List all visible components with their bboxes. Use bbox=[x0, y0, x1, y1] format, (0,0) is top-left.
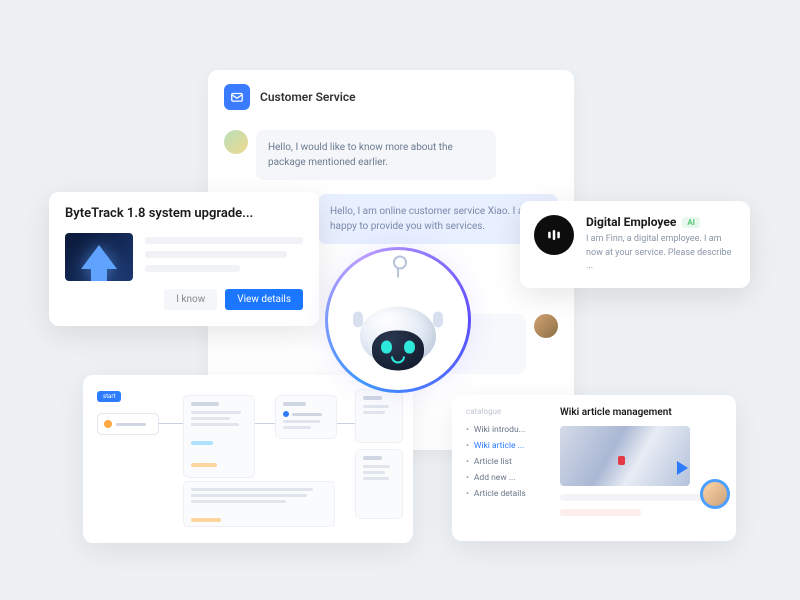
wiki-thumbnail bbox=[560, 426, 690, 486]
wiki-nav-item[interactable]: Wiki introdu... bbox=[466, 422, 542, 438]
flowchart-card: start bbox=[83, 375, 413, 543]
system-upgrade-card: ByteTrack 1.8 system upgrade... I know V… bbox=[49, 192, 319, 326]
mail-icon bbox=[224, 84, 250, 110]
digital-employee-description: I am Finn, a digital employee. I am now … bbox=[586, 233, 736, 274]
wiki-management-card: catalogue Wiki introdu... Wiki article .… bbox=[452, 395, 736, 541]
author-avatar[interactable] bbox=[700, 479, 730, 509]
message-bubble: Hello, I would like to know more about t… bbox=[256, 130, 496, 180]
flow-start-node[interactable] bbox=[97, 413, 159, 435]
upgrade-thumbnail bbox=[65, 233, 133, 281]
view-details-button[interactable]: View details bbox=[225, 289, 303, 310]
wiki-nav-item[interactable]: Wiki article ... bbox=[466, 438, 542, 454]
ai-badge: AI bbox=[682, 217, 700, 228]
wiki-category-label: catalogue bbox=[466, 407, 542, 416]
play-icon[interactable] bbox=[677, 461, 688, 475]
flow-start-badge: start bbox=[97, 391, 121, 402]
flow-node[interactable] bbox=[355, 389, 403, 443]
wiki-nav-item[interactable]: Article details bbox=[466, 486, 542, 502]
wiki-nav-item[interactable]: Article list bbox=[466, 454, 542, 470]
chat-title: Customer Service bbox=[260, 90, 356, 104]
flow-node[interactable] bbox=[355, 449, 403, 519]
ai-robot-avatar bbox=[328, 250, 468, 390]
flow-node[interactable] bbox=[275, 395, 337, 439]
flow-node[interactable] bbox=[183, 481, 335, 527]
arrow-up-icon bbox=[81, 245, 117, 269]
digital-employee-card: Digital Employee AI I am Finn, a digital… bbox=[520, 201, 750, 288]
chat-message-incoming: Hello, I would like to know more about t… bbox=[224, 130, 558, 180]
wiki-sidebar: catalogue Wiki introdu... Wiki article .… bbox=[466, 407, 542, 529]
wiki-content: Wiki article management bbox=[560, 407, 722, 529]
chat-header: Customer Service bbox=[208, 70, 574, 124]
digital-employee-title: Digital Employee bbox=[586, 215, 676, 229]
upgrade-title: ByteTrack 1.8 system upgrade... bbox=[65, 206, 303, 221]
digital-employee-avatar bbox=[534, 215, 574, 255]
dismiss-button[interactable]: I know bbox=[164, 289, 217, 310]
wiki-text-placeholder bbox=[560, 509, 641, 516]
wiki-text-placeholder bbox=[560, 494, 722, 501]
agent-avatar bbox=[534, 314, 558, 338]
upgrade-description-placeholder bbox=[145, 233, 303, 281]
wiki-nav-item[interactable]: Add new ... bbox=[466, 470, 542, 486]
wiki-content-title: Wiki article management bbox=[560, 407, 722, 418]
flow-node[interactable] bbox=[183, 395, 255, 478]
user-avatar bbox=[224, 130, 248, 154]
